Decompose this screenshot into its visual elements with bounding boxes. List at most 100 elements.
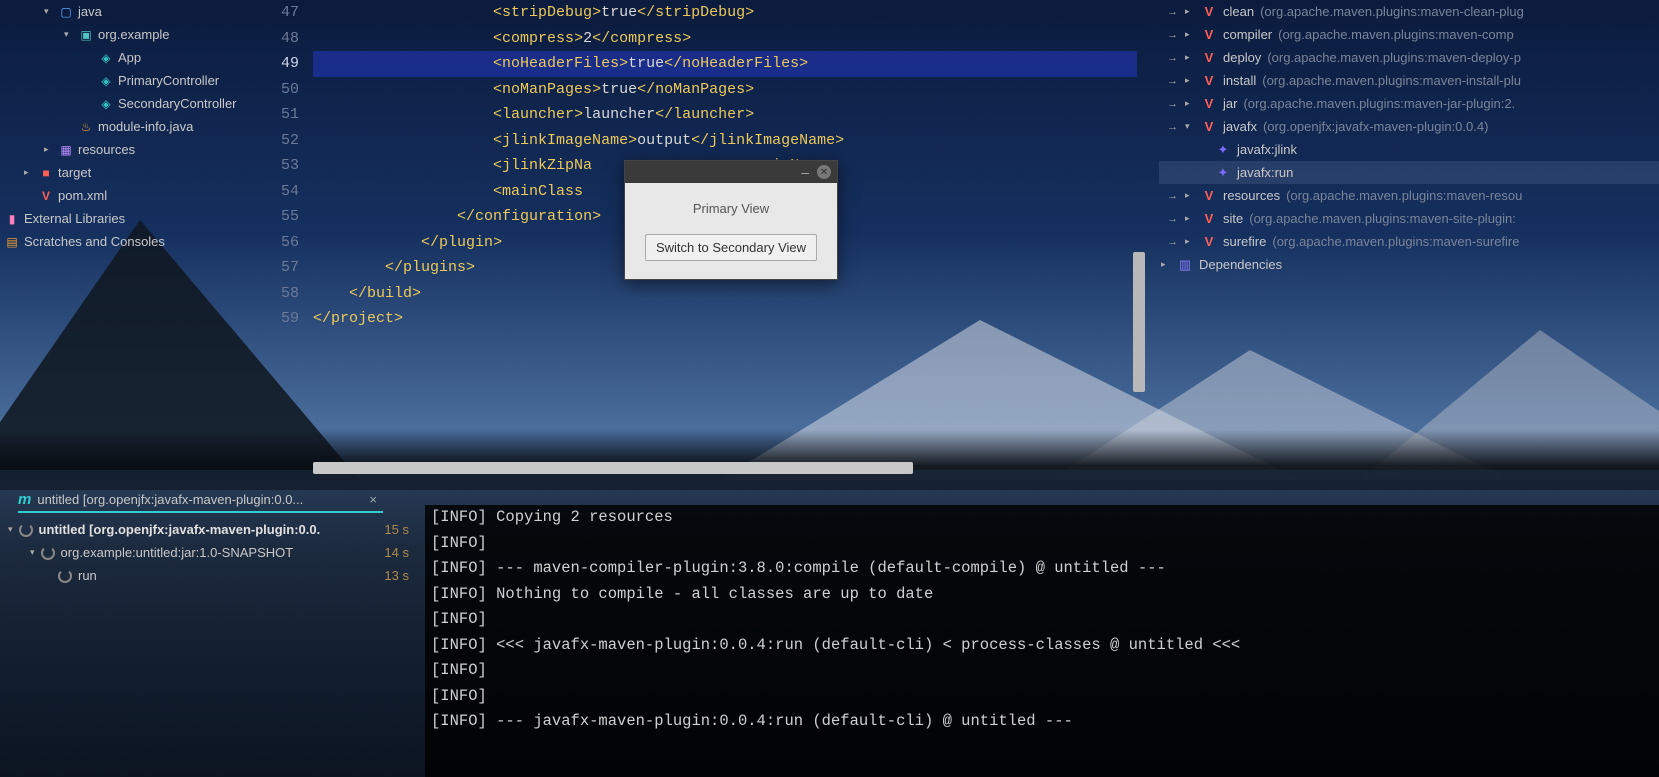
package-icon: ▣	[78, 27, 94, 43]
maven-icon: V	[1201, 73, 1217, 88]
tree-scratches[interactable]: ▤ Scratches and Consoles	[0, 230, 257, 253]
chevron-down-icon: ▾	[44, 6, 54, 17]
primary-view-label: Primary View	[637, 201, 825, 216]
run-tree-root[interactable]: ▾ untitled [org.openjfx:javafx-maven-plu…	[0, 518, 415, 541]
chevron-down-icon: ▾	[30, 547, 35, 558]
run-arrow-icon[interactable]: →	[1167, 190, 1179, 202]
class-icon: ◈	[98, 50, 114, 66]
folder-icon: ■	[38, 165, 54, 181]
run-execution-tree[interactable]: ▾ untitled [org.openjfx:javafx-maven-plu…	[0, 518, 415, 777]
maven-plugin-name: javafx	[1223, 119, 1257, 134]
run-tree-time: 13 s	[384, 568, 409, 583]
maven-plugin-desc: (org.apache.maven.plugins:maven-jar-plug…	[1243, 96, 1515, 111]
spinner-icon	[19, 523, 33, 537]
maven-icon: V	[1201, 234, 1217, 249]
maven-dependencies[interactable]: ▸ ▥ Dependencies	[1159, 253, 1659, 276]
switch-secondary-button[interactable]: Switch to Secondary View	[645, 234, 817, 261]
project-tree[interactable]: ▾ ▢ java ▾ ▣ org.example ◈ App ◈ Primary…	[0, 0, 257, 478]
tree-label: PrimaryController	[118, 73, 219, 88]
maven-plugin-deploy[interactable]: →▸Vdeploy (org.apache.maven.plugins:mave…	[1159, 46, 1659, 69]
dependencies-icon: ▥	[1177, 257, 1193, 273]
java-file-icon: ♨	[78, 119, 94, 135]
run-arrow-icon[interactable]: →	[1167, 213, 1179, 225]
maven-plugin-name: install	[1223, 73, 1256, 88]
maven-plugin-desc: (org.apache.maven.plugins:maven-comp	[1278, 27, 1514, 42]
tree-file-module-info[interactable]: ♨ module-info.java	[0, 115, 257, 138]
maven-plugin-install[interactable]: → ▸ Vinstall (org.apache.maven.plugins:mav…	[1159, 69, 1659, 92]
maven-plugin-resources[interactable]: →▸Vresources (org.apache.maven.plugins:m…	[1159, 184, 1659, 207]
maven-dep-label: Dependencies	[1199, 257, 1282, 272]
run-arrow-icon[interactable]: →	[1167, 75, 1179, 87]
spinner-icon	[58, 569, 72, 583]
maven-tool-window[interactable]: →▸Vclean (org.apache.maven.plugins:maven…	[1159, 0, 1659, 300]
class-icon: ◈	[98, 73, 114, 89]
run-arrow-icon[interactable]: →	[1167, 6, 1179, 18]
puzzle-icon: ✦	[1215, 165, 1231, 181]
tree-label: External Libraries	[24, 211, 125, 226]
maven-icon: V	[1201, 4, 1217, 19]
tree-external-libraries[interactable]: ▮ External Libraries	[0, 207, 257, 230]
maven-plugin-javafx[interactable]: →▾Vjavafx (org.openjfx:javafx-maven-plug…	[1159, 115, 1659, 138]
maven-plugin-desc: (org.apache.maven.plugins:maven-site-plu…	[1249, 211, 1516, 226]
chevron-down-icon: ▾	[1185, 121, 1195, 132]
chevron-right-icon: ▸	[1161, 259, 1171, 270]
close-icon[interactable]: ×	[369, 492, 377, 507]
run-tree-label: org.example:untitled:jar:1.0-SNAPSHOT	[61, 545, 294, 560]
run-tree-leaf[interactable]: run 13 s	[0, 564, 415, 587]
maven-plugin-desc: (org.openjfx:javafx-maven-plugin:0.0.4)	[1263, 119, 1488, 134]
tree-class[interactable]: ◈ PrimaryController	[0, 69, 257, 92]
tree-folder-resources[interactable]: ▸ ▦ resources	[0, 138, 257, 161]
maven-plugin-jar[interactable]: →▸Vjar (org.apache.maven.plugins:maven-j…	[1159, 92, 1659, 115]
run-tree-time: 15 s	[384, 522, 409, 537]
scratches-icon: ▤	[4, 234, 20, 250]
maven-icon: V	[1201, 211, 1217, 226]
tree-package[interactable]: ▾ ▣ org.example	[0, 23, 257, 46]
window-titlebar[interactable]: – ✕	[625, 161, 837, 183]
library-icon: ▮	[4, 211, 20, 227]
chevron-right-icon: ▸	[1185, 213, 1195, 224]
class-icon: ◈	[98, 96, 114, 112]
maven-plugin-desc: (org.apache.maven.plugins:maven-deploy-p	[1267, 50, 1521, 65]
run-tab-label: untitled [org.openjfx:javafx-maven-plugi…	[37, 492, 303, 507]
tree-label: App	[118, 50, 141, 65]
run-tab[interactable]: m untitled [org.openjfx:javafx-maven-plu…	[18, 487, 383, 513]
maven-goal-label: javafx:jlink	[1237, 142, 1297, 157]
chevron-down-icon: ▾	[8, 524, 13, 535]
tree-label: Scratches and Consoles	[24, 234, 165, 249]
folder-icon: ▢	[58, 4, 74, 20]
tree-file-pom[interactable]: V pom.xml	[0, 184, 257, 207]
maven-goal[interactable]: ✦javafx:run	[1159, 161, 1659, 184]
maven-goal[interactable]: ✦javafx:jlink	[1159, 138, 1659, 161]
run-tree-child[interactable]: ▾ org.example:untitled:jar:1.0-SNAPSHOT …	[0, 541, 415, 564]
run-arrow-icon[interactable]: →	[1167, 52, 1179, 64]
editor-gutter: 47484950515253545556575859	[257, 0, 313, 478]
run-arrow-icon[interactable]: →	[1167, 98, 1179, 110]
vertical-scrollbar[interactable]	[1133, 252, 1145, 392]
app-window-primary-view[interactable]: – ✕ Primary View Switch to Secondary Vie…	[624, 160, 838, 280]
spinner-icon	[41, 546, 55, 560]
chevron-down-icon: ▾	[64, 29, 74, 40]
tree-folder-java[interactable]: ▾ ▢ java	[0, 0, 257, 23]
maven-plugin-clean[interactable]: →▸Vclean (org.apache.maven.plugins:maven…	[1159, 0, 1659, 23]
run-tree-label: run	[78, 568, 97, 583]
run-arrow-icon[interactable]: →	[1167, 236, 1179, 248]
close-icon[interactable]: ✕	[817, 165, 831, 179]
run-tree-label: untitled [org.openjfx:javafx-maven-plugi…	[39, 522, 321, 537]
chevron-right-icon: ▸	[1185, 75, 1195, 86]
maven-plugin-desc: (org.apache.maven.plugins:maven-install-…	[1262, 73, 1521, 88]
maven-plugin-surefire[interactable]: →▸Vsurefire (org.apache.maven.plugins:ma…	[1159, 230, 1659, 253]
tree-class[interactable]: ◈ SecondaryController	[0, 92, 257, 115]
build-console[interactable]: [INFO] Copying 2 resources [INFO] [INFO]…	[425, 505, 1659, 777]
run-arrow-icon[interactable]: →	[1167, 29, 1179, 41]
tree-class[interactable]: ◈ App	[0, 46, 257, 69]
maven-plugin-site[interactable]: →▸Vsite (org.apache.maven.plugins:maven-…	[1159, 207, 1659, 230]
run-arrow-icon[interactable]: →	[1167, 121, 1179, 133]
minimize-icon[interactable]: –	[801, 164, 809, 180]
chevron-right-icon: ▸	[44, 144, 54, 155]
chevron-right-icon: ▸	[1185, 190, 1195, 201]
chevron-right-icon: ▸	[1185, 236, 1195, 247]
tree-folder-target[interactable]: ▸ ■ target	[0, 161, 257, 184]
horizontal-scrollbar[interactable]	[313, 462, 913, 474]
maven-plugin-compiler[interactable]: →▸Vcompiler (org.apache.maven.plugins:ma…	[1159, 23, 1659, 46]
maven-plugin-name: surefire	[1223, 234, 1266, 249]
